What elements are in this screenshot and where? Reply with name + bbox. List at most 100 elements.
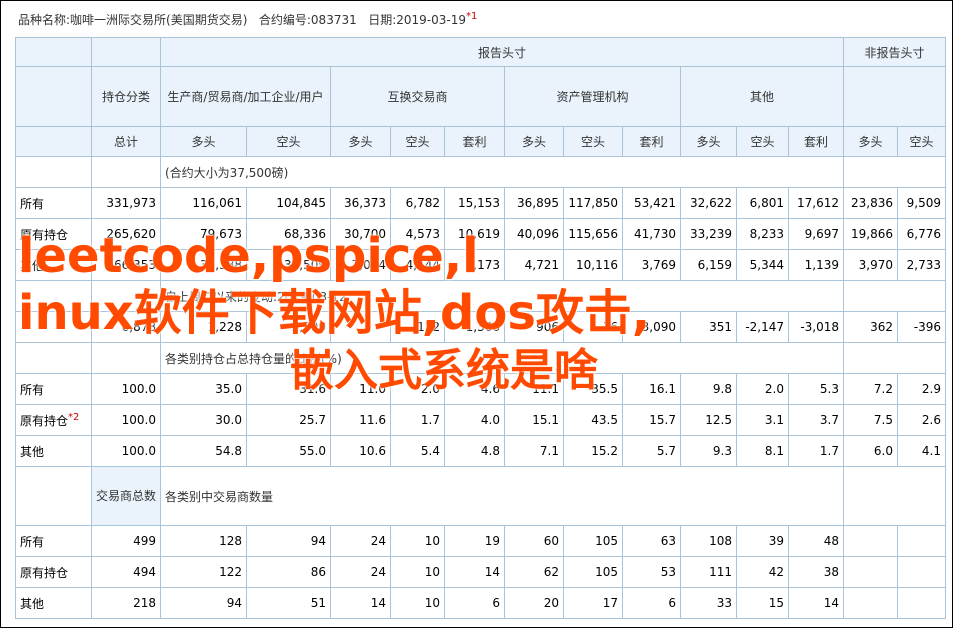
value-cell-o-long: 9.3 [680,435,737,467]
value-cell-n-long [843,525,898,557]
value-cell-m-long: 36,895 [504,187,564,219]
value-cell-s-long: 30,700 [330,218,391,250]
value-cell-m-spread: 63 [622,525,681,557]
blank-cell [15,280,92,312]
header-total: 总计 [91,126,161,157]
value-cell-o-spread: 48 [788,525,844,557]
value-cell-s-spread: 19 [444,525,505,557]
header-nonreportable: 非报告头寸 [843,37,946,67]
traders-row: 所有 499 128 94 24 10 19 60 105 63 108 39 48 [15,525,946,557]
value-cell-s-spread: 15,153 [444,187,505,219]
section-note-row: 交易商总数 各类别中交易商数量 [15,466,946,526]
value-cell-o-spread: 3.7 [788,404,844,436]
traders-row: 其他 218 94 51 14 10 6 20 17 6 33 15 14 [15,587,946,619]
value-cell-p-short: 55.0 [246,435,331,467]
value-cell-o-short: 39 [736,525,789,557]
value-cell-n-long: 362 [843,311,898,343]
value-cell-p-long: 94 [160,587,247,619]
value-cell-p-short: 36,509 [246,249,331,281]
value-cell-m-long: 4,721 [504,249,564,281]
value-cell-m-long: 7.1 [504,435,564,467]
percent-row: 原有持仓*2 100.0 30.0 25.7 11.6 1.7 4.0 15.1 43.5 15.… [15,404,946,436]
value-cell-n-short: 2.9 [897,373,946,405]
row-label-text: 其他 [20,258,45,273]
value-cell-s-long: 14 [330,587,391,619]
blank-cell [843,342,946,374]
value-cell-m-spread: 16.1 [622,373,681,405]
blank-cell [91,342,161,374]
row-label [15,311,92,343]
blank-cell [15,342,92,374]
value-cell-total: 100.0 [91,404,161,436]
value-cell-p-long: 116,061 [160,187,247,219]
value-cell-n-short [897,525,946,557]
header-blank [15,126,92,157]
value-cell-m-long: 906 [504,311,564,343]
row-label: 所有 [15,373,92,405]
value-cell-n-short: 6,776 [897,218,946,250]
value-cell-o-short: 2.0 [736,373,789,405]
section-note: 各类别持仓占总持仓量的比例(%) [160,342,844,374]
value-cell-n-long: 7.5 [843,404,898,436]
section-note-row: 各类别持仓占总持仓量的比例(%) [15,342,946,374]
traders-row: 原有持仓 494 122 86 24 10 14 62 105 53 111 42 38 [15,556,946,588]
value-cell-m-long: 62 [504,556,564,588]
value-cell-s-long: 7,004 [330,249,391,281]
value-cell-s-short: 5.4 [390,435,445,467]
value-cell-p-short: 94 [246,525,331,557]
report-date: 日期:2019-03-19 [368,13,466,27]
value-cell-s-short: 10 [390,525,445,557]
header-short: 空头 [563,126,623,157]
value-cell-s-spread: 6 [444,587,505,619]
header-long: 多头 [504,126,564,157]
value-cell-o-spread: 9,697 [788,218,844,250]
header-spread: 套利 [622,126,681,157]
value-cell-n-short: 4.1 [897,435,946,467]
value-cell-m-spread: 15.7 [622,404,681,436]
product-info-line: 品种名称:咖啡一洲际交易所(美国期货交易) 合约编号:083731 日期:201… [18,11,477,28]
row-label-text: 其他 [20,444,45,459]
value-cell-o-short: 42 [736,556,789,588]
value-cell-s-short: 2.0 [390,373,445,405]
value-cell-o-long: 33 [680,587,737,619]
value-cell-p-long: 128 [160,525,247,557]
value-cell-o-long: 6,159 [680,249,737,281]
value-cell-s-spread: 4.0 [444,404,505,436]
percent-row: 其他 100.0 54.8 55.0 10.6 5.4 4.8 7.1 15.2 5.7 9.3 8.… [15,435,946,467]
value-cell-total: 265,620 [91,218,161,250]
blank-cell [91,280,161,312]
header-blank [843,66,946,127]
value-cell-m-spread: 3,090 [622,311,681,343]
value-cell-n-long [843,587,898,619]
value-cell-total: 499 [91,525,161,557]
value-cell-total: 331,973 [91,187,161,219]
value-cell-p-short: 31.6 [246,373,331,405]
value-cell-p-long: 54.8 [160,435,247,467]
value-cell-n-long: 6.0 [843,435,898,467]
value-cell-m-long: 15.1 [504,404,564,436]
row-label: 其他 [15,587,92,619]
cot-report-table: 报告头寸 非报告头寸 持仓分类 生产商/贸易商/加工企业/用户 互换交易商 资产… [15,37,946,619]
row-label-text: 原有持仓 [20,227,69,242]
footnote-mark-1[interactable]: *1 [466,11,477,22]
footnote-mark-2[interactable]: *2 [68,412,79,423]
value-cell-n-short: -396 [897,311,946,343]
value-cell-s-spread: 10,619 [444,218,505,250]
value-cell-o-long: 9.8 [680,373,737,405]
value-cell-s-short: 4,573 [390,218,445,250]
header-other-reportable: 其他 [680,66,844,127]
value-cell-p-short: 104,845 [246,187,331,219]
value-cell-o-short: 6,801 [736,187,789,219]
value-cell-m-spread: 53 [622,556,681,588]
header-blank [15,66,92,127]
header-row-groups: 持仓分类 生产商/贸易商/加工企业/用户 互换交易商 资产管理机构 其他 [15,66,946,127]
value-cell-s-long [330,311,391,343]
row-label-text: 所有 [20,196,45,211]
blank-cell [15,466,92,526]
section-note-row: 自上周二以来的变动:2019-03-12 [15,280,946,312]
value-cell-o-short: 15 [736,587,789,619]
value-cell-n-long: 23,836 [843,187,898,219]
header-blank [15,37,92,67]
value-cell-m-short: 105 [563,525,623,557]
value-cell-p-short: 25.7 [246,404,331,436]
